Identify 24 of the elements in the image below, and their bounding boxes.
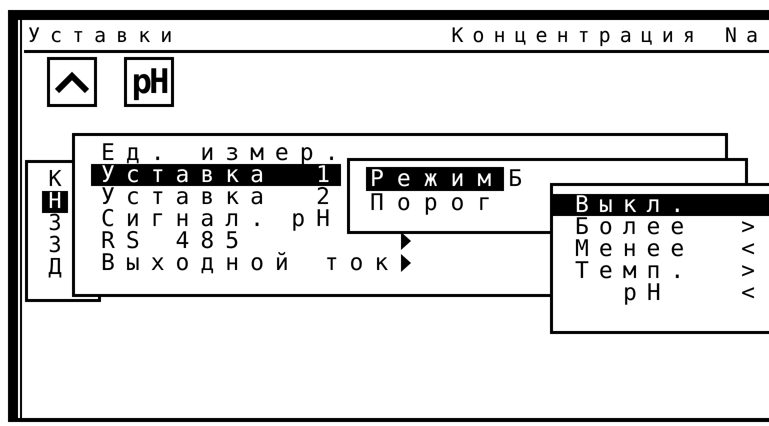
menu-item[interactable]: Ед. измер. [91,142,350,164]
menu-item[interactable]: Уставка 1 [91,164,341,186]
menu-item[interactable]: Уставка 2 [91,186,341,208]
menu-item[interactable]: Режим [366,167,504,191]
menu-item[interactable]: pH < [553,282,765,304]
menu-item[interactable]: Выкл. [553,194,769,216]
screen-title: Уставки [28,23,182,47]
menu-item[interactable]: RS 485 [91,230,401,252]
menu-item[interactable]: Сигнал. pH [91,208,341,230]
menu-item[interactable]: Порог [366,191,504,215]
menu-item[interactable]: Выходной ток [91,252,401,274]
item-value: Б [508,167,536,191]
parameter-title: Концентрация Na [451,23,767,47]
list-item[interactable]: З [42,235,68,257]
menu-item[interactable]: Темп. > [553,260,765,282]
list-item[interactable]: К [42,169,68,191]
chevron-up-icon [54,69,90,95]
list-item[interactable]: Н [42,191,68,213]
list-item[interactable]: Д [42,257,68,279]
ph-button[interactable]: pH [124,57,174,107]
up-button[interactable] [47,57,97,107]
menu-item[interactable]: Более > [553,216,765,238]
menu-item[interactable]: Менее < [553,238,765,260]
list-item[interactable]: З [42,213,68,235]
